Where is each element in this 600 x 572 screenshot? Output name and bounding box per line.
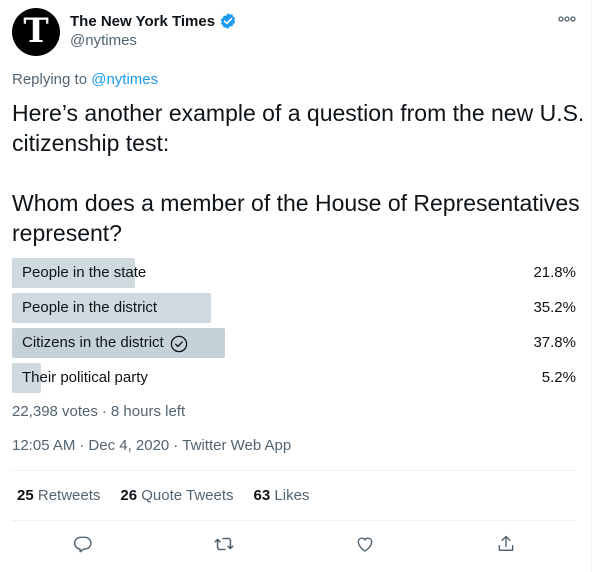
engagement-stats: 25 Retweets 26 Quote Tweets 63 Likes [17,487,309,504]
poll-option-text: People in the district [22,299,158,316]
poll-option-percent: 35.2% [533,299,576,316]
poll: People in the state 21.8% People in the … [12,258,576,398]
separator-dot: · [173,437,179,454]
tweet: T The New York Times @nytimes Replying t… [0,0,600,572]
tweet-date[interactable]: Dec 4, 2020 [88,437,169,454]
reply-mention-link[interactable]: @nytimes [91,71,158,88]
retweets-stat[interactable]: 25 Retweets [17,487,100,504]
tweet-source[interactable]: Twitter Web App [182,437,291,454]
replying-to: Replying to @nytimes [12,71,158,88]
quote-tweets-stat[interactable]: 26 Quote Tweets [120,487,233,504]
poll-option-text: Citizens in the district [22,334,164,351]
divider [12,470,576,471]
avatar[interactable]: T [12,8,60,56]
poll-option: Citizens in the district 37.8% [12,328,576,358]
tweet-time[interactable]: 12:05 AM [12,437,75,454]
retweets-label: Retweets [37,487,101,504]
action-bar [0,532,600,556]
retweets-count: 25 [17,487,34,504]
like-icon[interactable] [353,532,377,556]
poll-option-label: People in the state [22,258,146,288]
poll-option-label: Citizens in the district [22,328,188,358]
separator-dot: · [79,437,85,454]
author-name-row[interactable]: The New York Times [70,12,237,30]
poll-option: People in the state 21.8% [12,258,576,288]
likes-stat[interactable]: 63 Likes [254,487,310,504]
verified-badge-icon [219,12,237,30]
tweet-timestamp: 12:05 AM · Dec 4, 2020 · Twitter Web App [12,437,291,454]
quote-tweets-label: Quote Tweets [141,487,234,504]
quote-tweets-count: 26 [120,487,138,504]
avatar-logo: T [23,11,49,51]
replying-prefix: Replying to [12,71,88,88]
tweet-text: Here’s another example of a question fro… [12,100,585,246]
check-circle-icon [170,334,188,353]
poll-option: Their political party 5.2% [12,363,576,393]
reply-icon[interactable] [71,532,95,556]
more-options-icon[interactable] [556,12,578,26]
poll-votes: 22,398 votes [12,403,98,420]
poll-option-label: Their political party [22,363,148,393]
poll-option: People in the district 35.2% [12,293,576,323]
author-handle[interactable]: @nytimes [70,32,137,49]
divider [12,520,576,521]
poll-option-text: People in the state [22,264,147,281]
separator-dot: · [101,403,107,420]
poll-option-label: People in the district [22,293,157,323]
poll-meta: 22,398 votes · 8 hours left [12,403,185,420]
likes-count: 63 [253,487,271,504]
share-icon[interactable] [494,532,518,556]
poll-option-percent: 21.8% [533,264,576,281]
poll-option-percent: 5.2% [541,369,576,386]
poll-time-left: 8 hours left [110,403,186,420]
poll-option-text: Their political party [22,369,148,386]
poll-option-percent: 37.8% [533,334,576,351]
retweet-icon[interactable] [212,532,236,556]
author-display-name[interactable]: The New York Times [70,13,215,30]
column-border [591,0,592,572]
likes-label: Likes [274,487,310,504]
